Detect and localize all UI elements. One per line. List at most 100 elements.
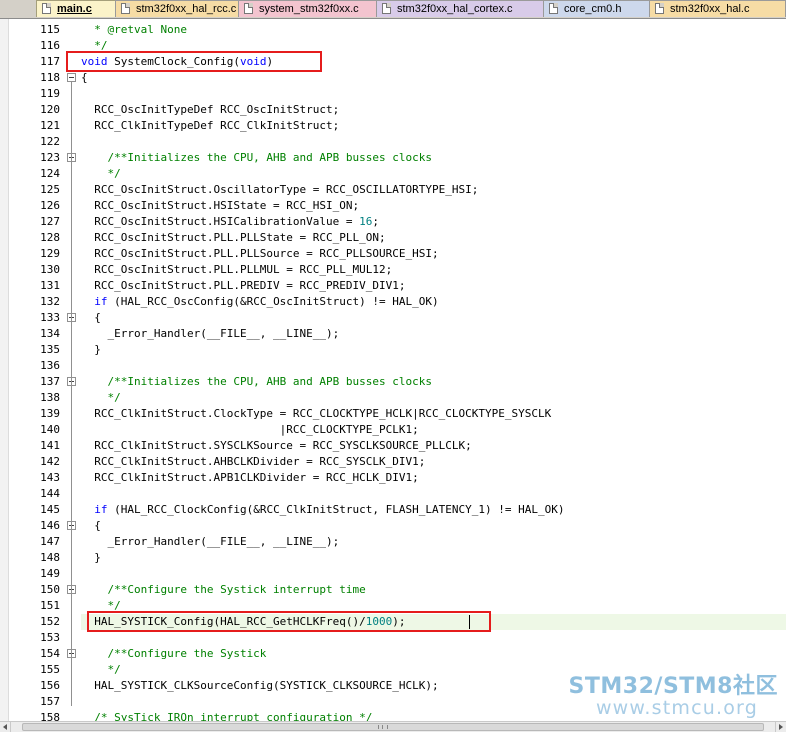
line-number: 153	[40, 631, 60, 644]
code-line[interactable]: 157	[0, 694, 786, 710]
code-text: if (HAL_RCC_OscConfig(&RCC_OscInitStruct…	[94, 295, 439, 308]
code-line[interactable]: 155 */	[0, 662, 786, 678]
line-number: 151	[40, 599, 60, 612]
line-number: 137	[40, 375, 60, 388]
code-line[interactable]: 132 if (HAL_RCC_OscConfig(&RCC_OscInitSt…	[0, 294, 786, 310]
code-line[interactable]: 137 /**Initializes the CPU, AHB and APB …	[0, 374, 786, 390]
line-number: 139	[40, 407, 60, 420]
code-text: RCC_OscInitStruct.OscillatorType = RCC_O…	[81, 183, 479, 196]
line-number: 143	[40, 471, 60, 484]
code-line[interactable]: 147 _Error_Handler(__FILE__, __LINE__);	[0, 534, 786, 550]
code-line[interactable]: 145 if (HAL_RCC_ClockConfig(&RCC_ClkInit…	[0, 502, 786, 518]
code-line[interactable]: 120 RCC_OscInitTypeDef RCC_OscInitStruct…	[0, 102, 786, 118]
line-number: 122	[40, 135, 60, 148]
code-line[interactable]: 130 RCC_OscInitStruct.PLL.PLLMUL = RCC_P…	[0, 262, 786, 278]
code-text: {	[81, 71, 88, 84]
code-line[interactable]: 127 RCC_OscInitStruct.HSICalibrationValu…	[0, 214, 786, 230]
line-number: 146	[40, 519, 60, 532]
annotation-box	[87, 611, 491, 632]
code-line[interactable]: 118 {	[0, 70, 786, 86]
code-line[interactable]: 141 RCC_ClkInitStruct.SYSCLKSource = RCC…	[0, 438, 786, 454]
scrollbar-thumb[interactable]	[22, 723, 764, 731]
line-number: 125	[40, 183, 60, 196]
code-line[interactable]: 125 RCC_OscInitStruct.OscillatorType = R…	[0, 182, 786, 198]
tab-stm32f0xx-hal-cortex-c[interactable]: stm32f0xx_hal_cortex.c	[376, 0, 544, 17]
code-line[interactable]: 153	[0, 630, 786, 646]
fold-toggle-icon[interactable]	[67, 73, 76, 82]
line-number: 131	[40, 279, 60, 292]
code-line[interactable]: 142 RCC_ClkInitStruct.AHBCLKDivider = RC…	[0, 454, 786, 470]
code-line[interactable]: 143 RCC_ClkInitStruct.APB1CLKDivider = R…	[0, 470, 786, 486]
code-comment: /**Initializes the CPU, AHB and APB buss…	[81, 375, 432, 388]
tab-core-cm0-h[interactable]: core_cm0.h	[543, 0, 650, 17]
line-number: 132	[40, 295, 60, 308]
code-text: HAL_SYSTICK_CLKSourceConfig(SYSTICK_CLKS…	[81, 679, 439, 692]
code-line[interactable]: 119	[0, 86, 786, 102]
code-text: RCC_ClkInitStruct.AHBCLKDivider = RCC_SY…	[81, 455, 426, 468]
code-line[interactable]: 136	[0, 358, 786, 374]
code-line[interactable]: 124 */	[0, 166, 786, 182]
code-line[interactable]: 139 RCC_ClkInitStruct.ClockType = RCC_CL…	[0, 406, 786, 422]
code-line[interactable]: 156 HAL_SYSTICK_CLKSourceConfig(SYSTICK_…	[0, 678, 786, 694]
code-text: RCC_OscInitStruct.PLL.PLLMUL = RCC_PLL_M…	[81, 263, 393, 276]
code-line[interactable]: 154 /**Configure the Systick	[0, 646, 786, 662]
code-text: RCC_ClkInitStruct.SYSCLKSource = RCC_SYS…	[81, 439, 472, 452]
code-line[interactable]: 146 {	[0, 518, 786, 534]
scroll-right-icon[interactable]	[775, 722, 786, 732]
code-text: RCC_OscInitStruct.PLL.PREDIV = RCC_PREDI…	[81, 279, 406, 292]
code-line[interactable]: 135 }	[0, 342, 786, 358]
code-text: RCC_OscInitTypeDef RCC_OscInitStruct;	[81, 103, 340, 116]
line-number: 118	[40, 71, 60, 84]
code-editor[interactable]: 115 * @retval None 116 */117 void SystemCl…	[0, 19, 786, 721]
line-number: 149	[40, 567, 60, 580]
code-comment: /* SysTick_IRQn interrupt configuration …	[81, 711, 373, 721]
code-line[interactable]: 149	[0, 566, 786, 582]
code-line[interactable]: 128 RCC_OscInitStruct.PLL.PLLState = RCC…	[0, 230, 786, 246]
annotation-box	[66, 51, 322, 72]
code-text: RCC_ClkInitStruct.ClockType = RCC_CLOCKT…	[81, 407, 552, 420]
code-text: _Error_Handler(__FILE__, __LINE__);	[81, 327, 340, 340]
code-text: RCC_OscInitStruct.HSICalibrationValue = …	[81, 215, 380, 228]
tab-main-c[interactable]: main.c	[36, 0, 116, 17]
code-line[interactable]: 126 RCC_OscInitStruct.HSIState = RCC_HSI…	[0, 198, 786, 214]
code-line[interactable]: 144	[0, 486, 786, 502]
file-icon	[121, 3, 130, 14]
code-text: _Error_Handler(__FILE__, __LINE__);	[81, 535, 340, 548]
line-number: 158	[40, 711, 60, 721]
code-line[interactable]: 131 RCC_OscInitStruct.PLL.PREDIV = RCC_P…	[0, 278, 786, 294]
line-number: 126	[40, 199, 60, 212]
code-line[interactable]: 133 {	[0, 310, 786, 326]
code-line[interactable]: 134 _Error_Handler(__FILE__, __LINE__);	[0, 326, 786, 342]
horizontal-scrollbar[interactable]	[0, 721, 786, 732]
line-number: 152	[40, 615, 60, 628]
line-number: 141	[40, 439, 60, 452]
code-line[interactable]: 123 /**Initializes the CPU, AHB and APB …	[0, 150, 786, 166]
line-number: 128	[40, 231, 60, 244]
code-line[interactable]: 158 /* SysTick_IRQn interrupt configurat…	[0, 710, 786, 721]
code-text: RCC_OscInitStruct.PLL.PLLSource = RCC_PL…	[81, 247, 439, 260]
line-number: 116	[40, 39, 60, 52]
code-line[interactable]: 122	[0, 134, 786, 150]
code-line[interactable]: 115 * @retval None	[0, 22, 786, 38]
code-line[interactable]: 150 /**Configure the Systick interrupt t…	[0, 582, 786, 598]
tab-stm32f0xx-hal-c[interactable]: stm32f0xx_hal.c	[649, 0, 786, 17]
line-number: 140	[40, 423, 60, 436]
code-line[interactable]: 138 */	[0, 390, 786, 406]
tab-system-stm32f0xx-c[interactable]: system_stm32f0xx.c	[238, 0, 377, 17]
line-number: 117	[40, 55, 60, 68]
code-comment: */	[81, 663, 121, 676]
code-text: {	[81, 519, 101, 532]
scroll-left-icon[interactable]	[0, 722, 11, 732]
tab-label: main.c	[57, 3, 92, 15]
file-icon	[244, 3, 253, 14]
code-line[interactable]: 129 RCC_OscInitStruct.PLL.PLLSource = RC…	[0, 246, 786, 262]
code-text: RCC_OscInitStruct.HSIState = RCC_HSI_ON;	[81, 199, 360, 212]
code-comment: /**Configure the Systick interrupt time	[81, 583, 366, 596]
code-line[interactable]: 140 |RCC_CLOCKTYPE_PCLK1;	[0, 422, 786, 438]
tab-stm32f0xx-hal-rcc-c[interactable]: stm32f0xx_hal_rcc.c	[115, 0, 239, 17]
line-number: 142	[40, 455, 60, 468]
code-text: |RCC_CLOCKTYPE_PCLK1;	[81, 423, 419, 436]
code-line[interactable]: 121 RCC_ClkInitTypeDef RCC_ClkInitStruct…	[0, 118, 786, 134]
code-text: RCC_OscInitStruct.PLL.PLLState = RCC_PLL…	[81, 231, 386, 244]
code-line[interactable]: 148 }	[0, 550, 786, 566]
